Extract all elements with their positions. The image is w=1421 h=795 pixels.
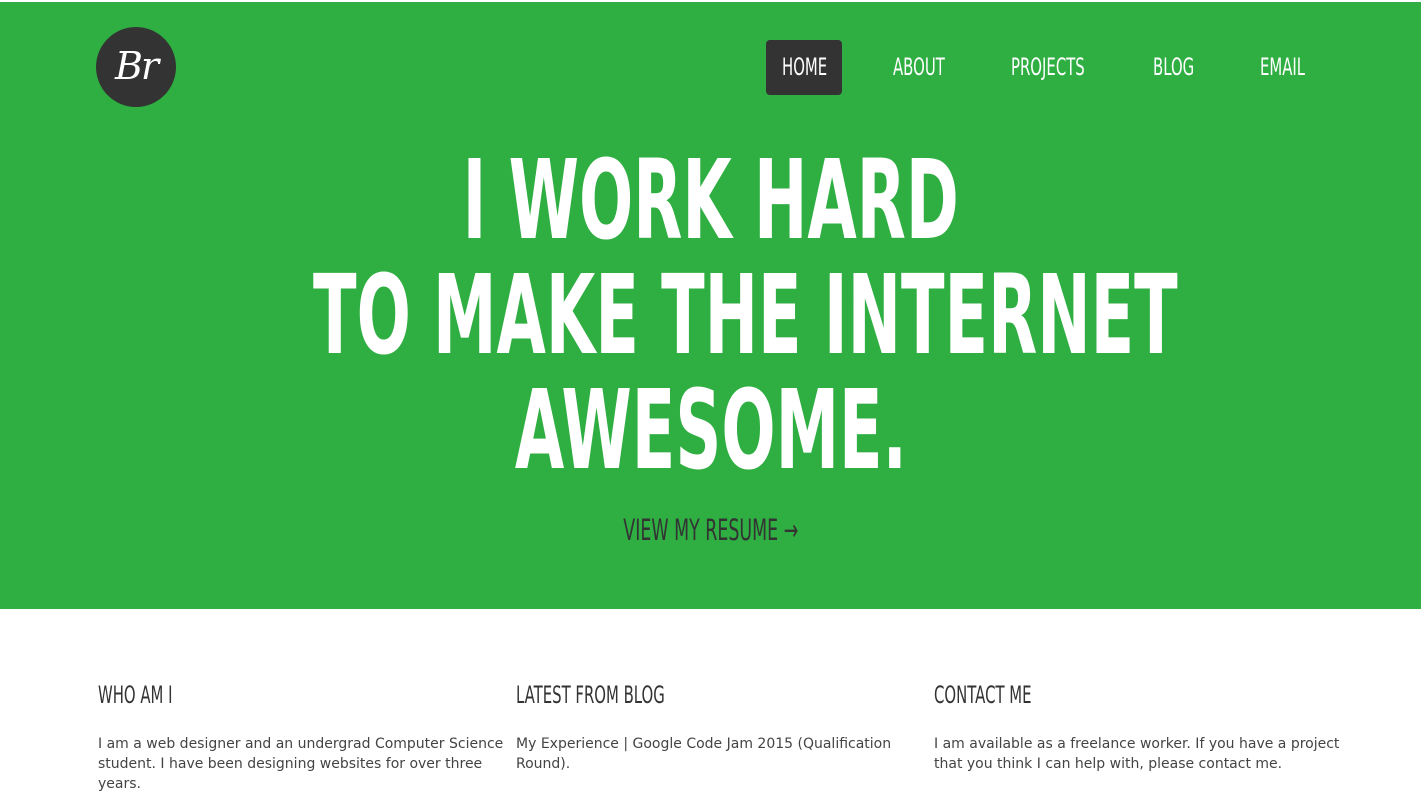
who-am-i-title: WHO AM I — [98, 681, 173, 709]
who-am-i-text: I am a web designer and an undergrad Com… — [98, 736, 504, 792]
logo[interactable]: Br — [96, 27, 176, 107]
latest-blog-section: LATEST FROM BLOG My Experience | Google … — [516, 678, 916, 774]
headline-line-1: I WORK HARD — [462, 136, 959, 264]
latest-blog-title: LATEST FROM BLOG — [516, 681, 665, 709]
nav-about-link[interactable]: ABOUT — [893, 40, 945, 95]
headline-line-3: AWESOME. — [514, 366, 907, 494]
nav-email-link[interactable]: EMAIL — [1260, 40, 1305, 95]
contact-section: CONTACT ME I am available as a freelance… — [934, 678, 1339, 774]
contact-title: CONTACT ME — [934, 681, 1032, 709]
nav-home-link[interactable]: HOME — [782, 40, 827, 95]
contact-text: I am available as a freelance worker. If… — [934, 736, 1340, 772]
nav-projects-link[interactable]: PROJECTS — [1011, 40, 1085, 95]
who-am-i-section: WHO AM I I am a web designer and an unde… — [98, 678, 503, 794]
hero-section: Br HOME ABOUT PROJECTS BLOG EMAIL I WORK… — [0, 1, 1421, 609]
view-resume-link[interactable]: VIEW MY RESUME → — [0, 510, 1421, 550]
nav-blog-link[interactable]: BLOG — [1153, 40, 1194, 95]
latest-blog-post-link[interactable]: My Experience | Google Code Jam 2015 (Qu… — [516, 734, 906, 774]
headline-line-2: TO MAKE THE INTERNET — [313, 251, 1178, 379]
